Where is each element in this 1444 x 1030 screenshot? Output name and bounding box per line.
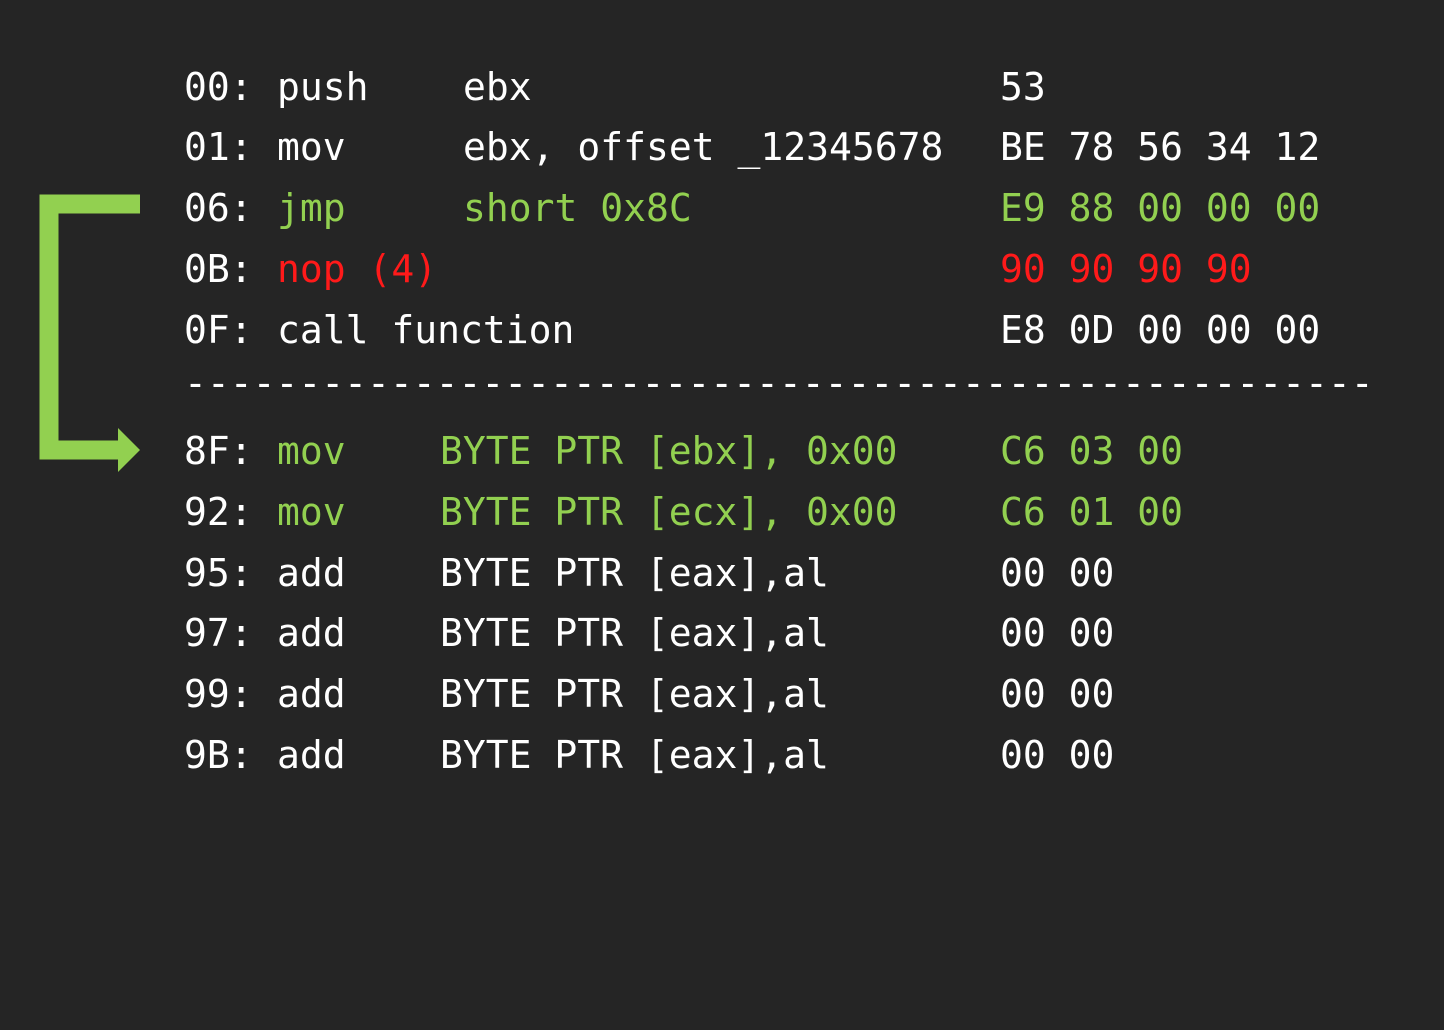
opcode-bytes: 00 00 (1000, 611, 1115, 655)
address: 92: (184, 490, 253, 534)
address: 06: (184, 186, 253, 230)
mnemonic: add (277, 672, 346, 716)
disassembly-listing: 00: push ebx 53 01: mov ebx, offset _123… (0, 0, 1444, 809)
mnemonic: jmp (277, 186, 346, 230)
mnemonic: mov (277, 490, 346, 534)
opcode-bytes: 53 (1000, 65, 1046, 109)
mnemonic: push (277, 65, 369, 109)
operand: short 0x8C (463, 186, 692, 230)
operand: BYTE PTR [eax],al (440, 733, 829, 777)
instruction-row-00: 00: push ebx 53 (0, 62, 1444, 112)
address: 0F: (184, 308, 253, 352)
operand: ebx, offset _12345678 (463, 125, 944, 169)
mnemonic: mov (277, 429, 346, 473)
instruction-row-9b: 9B: add BYTE PTR [eax],al 00 00 (0, 730, 1444, 780)
instruction-row-01: 01: mov ebx, offset _12345678 BE 78 56 3… (0, 122, 1444, 172)
instruction-row-0f: 0F: call function E8 0D 00 00 00 (0, 305, 1444, 355)
address: 8F: (184, 429, 253, 473)
instruction-row-06: 06: jmp short 0x8C E9 88 00 00 00 (0, 183, 1444, 233)
opcode-bytes: BE 78 56 34 12 (1000, 125, 1321, 169)
opcode-bytes: C6 01 00 (1000, 490, 1184, 534)
address: 00: (184, 65, 253, 109)
mnemonic: call function (277, 308, 575, 352)
address: 97: (184, 611, 253, 655)
instruction-row-0b: 0B: nop (4) 90 90 90 90 (0, 244, 1444, 294)
operand: ebx (463, 65, 532, 109)
mnemonic: add (277, 611, 346, 655)
section-divider: ----------------------------------------… (184, 361, 1374, 405)
instruction-row-8f: 8F: mov BYTE PTR [ebx], 0x00 C6 03 00 (0, 426, 1444, 476)
operand: BYTE PTR [eax],al (440, 611, 829, 655)
opcode-bytes: 90 90 90 90 (1000, 247, 1252, 291)
instruction-row-97: 97: add BYTE PTR [eax],al 00 00 (0, 608, 1444, 658)
mnemonic: mov (277, 125, 346, 169)
opcode-bytes: 00 00 (1000, 672, 1115, 716)
address: 95: (184, 551, 253, 595)
address: 9B: (184, 733, 253, 777)
mnemonic: nop (4) (277, 247, 438, 291)
opcode-bytes: 00 00 (1000, 551, 1115, 595)
mnemonic: add (277, 551, 346, 595)
operand: BYTE PTR [ebx], 0x00 (440, 429, 898, 473)
opcode-bytes: E8 0D 00 00 00 (1000, 308, 1321, 352)
instruction-row-92: 92: mov BYTE PTR [ecx], 0x00 C6 01 00 (0, 487, 1444, 537)
operand: BYTE PTR [eax],al (440, 672, 829, 716)
opcode-bytes: E9 88 00 00 00 (1000, 186, 1321, 230)
address: 99: (184, 672, 253, 716)
address: 01: (184, 125, 253, 169)
address: 0B: (184, 247, 253, 291)
operand: BYTE PTR [eax],al (440, 551, 829, 595)
opcode-bytes: 00 00 (1000, 733, 1115, 777)
instruction-row-99: 99: add BYTE PTR [eax],al 00 00 (0, 669, 1444, 719)
opcode-bytes: C6 03 00 (1000, 429, 1184, 473)
operand: BYTE PTR [ecx], 0x00 (440, 490, 898, 534)
mnemonic: add (277, 733, 346, 777)
instruction-row-95: 95: add BYTE PTR [eax],al 00 00 (0, 548, 1444, 598)
